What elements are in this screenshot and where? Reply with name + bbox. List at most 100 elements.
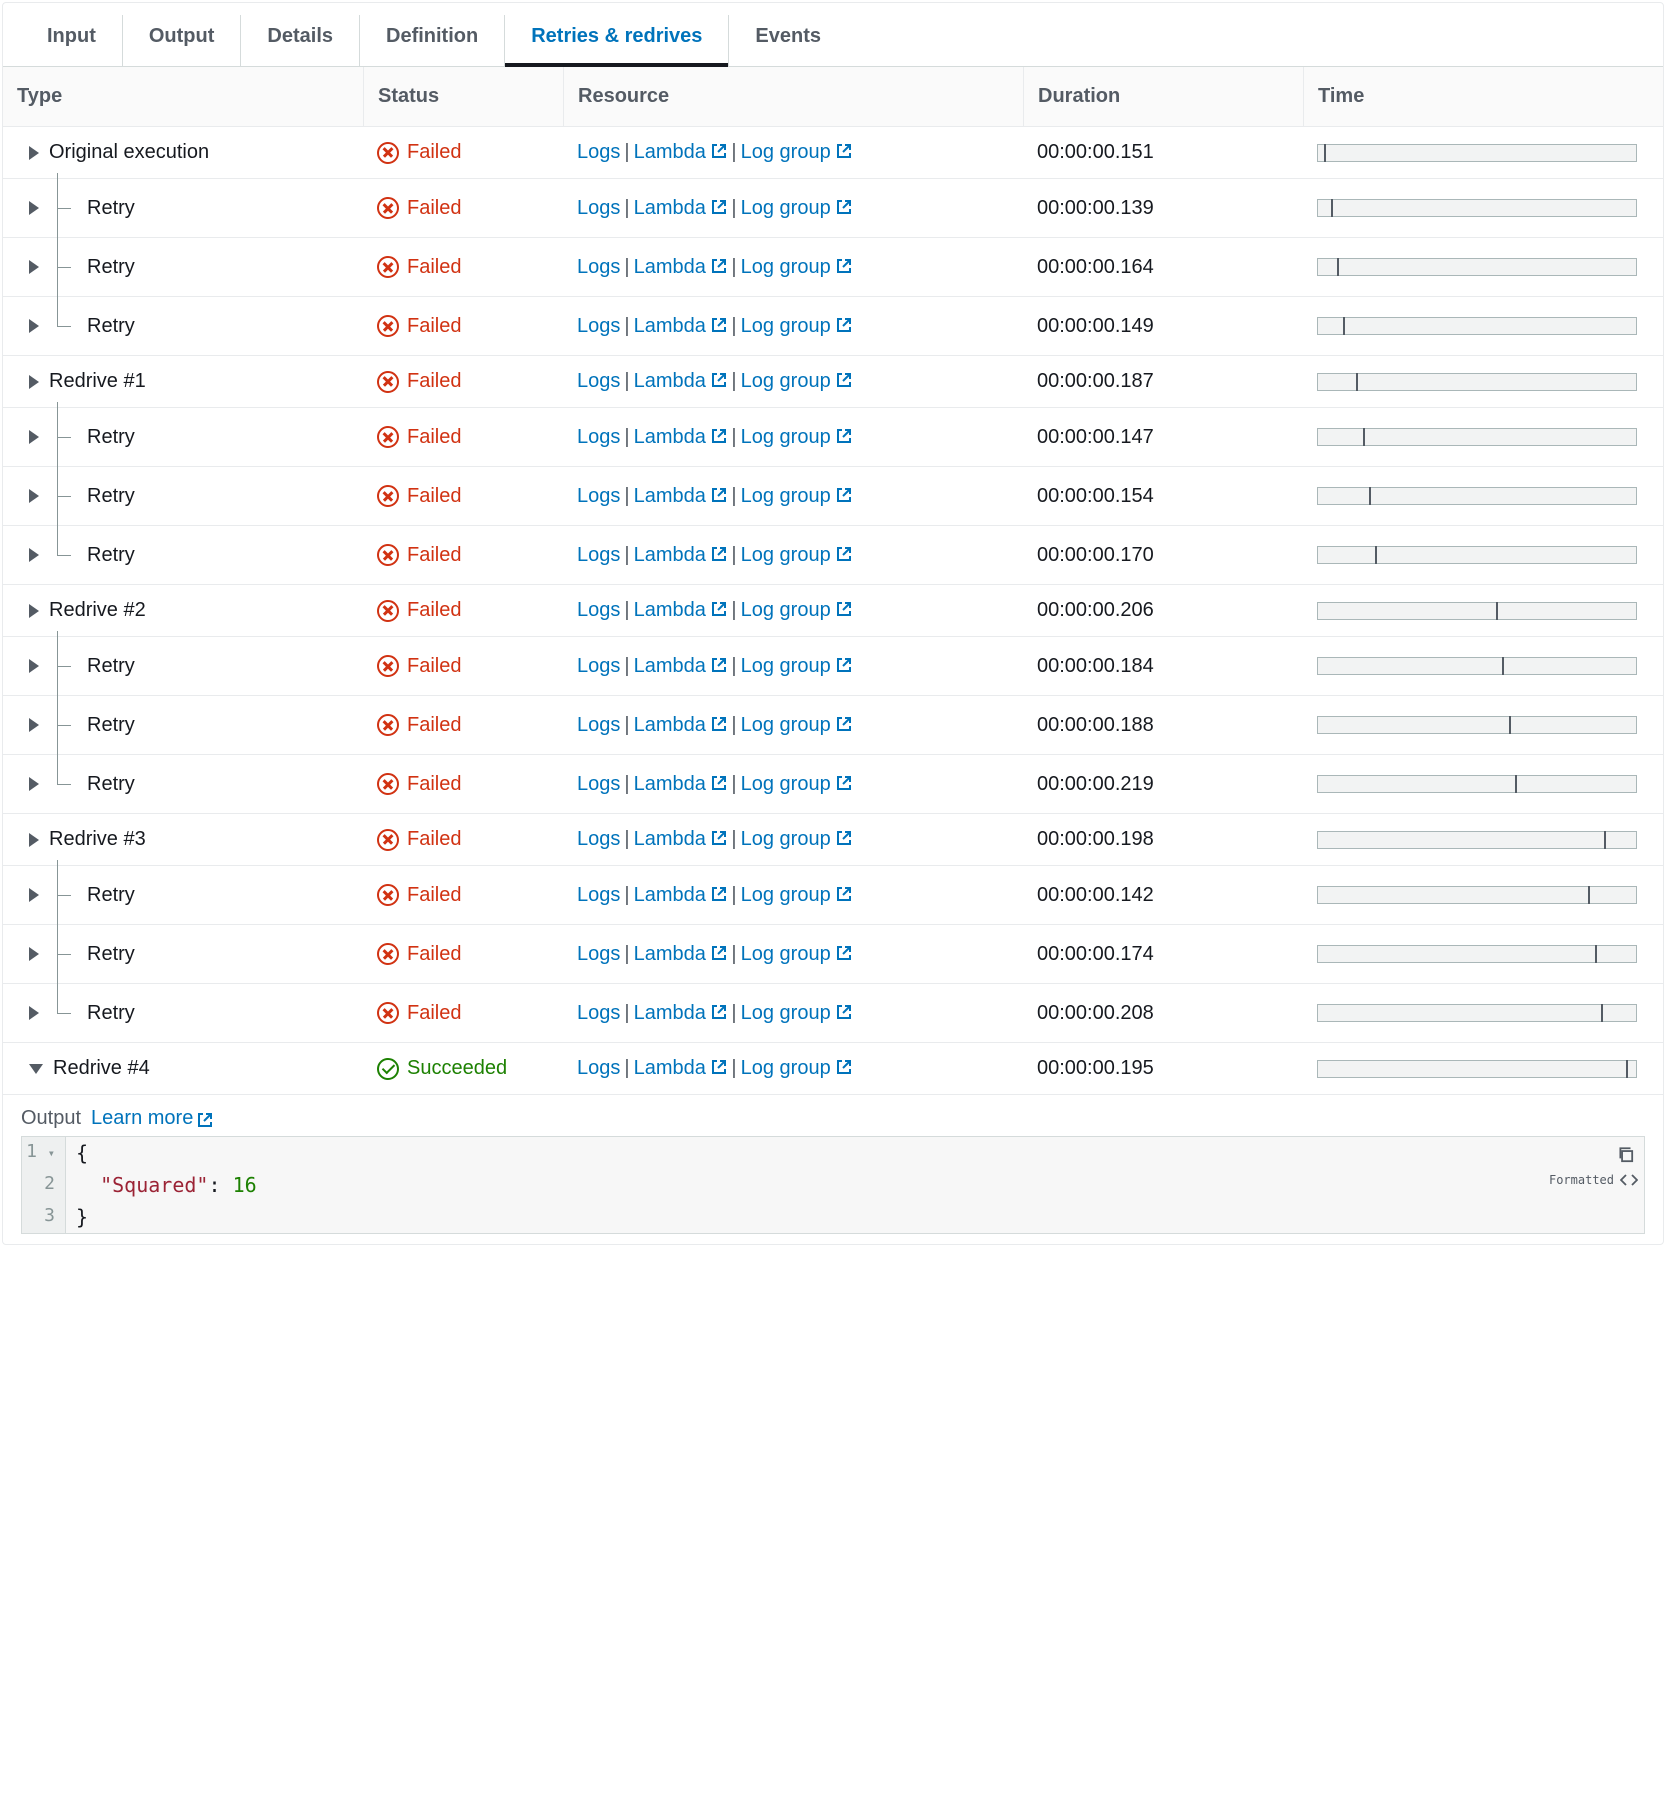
logs-link[interactable]: Logs: [577, 197, 620, 219]
loggroup-link[interactable]: Log group: [741, 197, 853, 219]
external-link-icon: [836, 885, 852, 901]
logs-link[interactable]: Logs: [577, 426, 620, 448]
loggroup-link[interactable]: Log group: [741, 773, 853, 795]
logs-link[interactable]: Logs: [577, 1002, 620, 1024]
tree-connector: [49, 939, 77, 969]
expand-arrow-icon[interactable]: [29, 489, 39, 503]
expand-arrow-icon[interactable]: [29, 319, 39, 333]
loggroup-link[interactable]: Log group: [741, 370, 853, 392]
loggroup-link[interactable]: Log group: [741, 544, 853, 566]
expand-arrow-icon[interactable]: [29, 947, 39, 961]
formatted-toggle[interactable]: Formatted: [1549, 1173, 1638, 1187]
lambda-link[interactable]: Lambda: [634, 773, 728, 795]
logs-link[interactable]: Logs: [577, 884, 620, 906]
lambda-link[interactable]: Lambda: [634, 256, 728, 278]
tree-connector: [49, 540, 77, 570]
logs-link[interactable]: Logs: [577, 544, 620, 566]
status-cell: Failed: [363, 356, 563, 407]
lambda-link[interactable]: Lambda: [634, 943, 728, 965]
expand-arrow-icon[interactable]: [29, 777, 39, 791]
lambda-link[interactable]: Lambda: [634, 315, 728, 337]
logs-link[interactable]: Logs: [577, 485, 620, 507]
expand-arrow-icon[interactable]: [29, 718, 39, 732]
status-cell: Failed: [363, 988, 563, 1039]
lambda-link[interactable]: Lambda: [634, 884, 728, 906]
lambda-link[interactable]: Lambda: [634, 197, 728, 219]
table-row: Redrive #2FailedLogs|Lambda |Log group 0…: [3, 585, 1663, 637]
loggroup-link[interactable]: Log group: [741, 141, 853, 163]
lambda-link[interactable]: Lambda: [634, 714, 728, 736]
loggroup-link[interactable]: Log group: [741, 655, 853, 677]
loggroup-link[interactable]: Log group: [741, 884, 853, 906]
expand-arrow-icon[interactable]: [29, 260, 39, 274]
logs-link[interactable]: Logs: [577, 599, 620, 621]
logs-link[interactable]: Logs: [577, 1057, 620, 1079]
lambda-link[interactable]: Lambda: [634, 828, 728, 850]
logs-link[interactable]: Logs: [577, 828, 620, 850]
tab-retries-redrives[interactable]: Retries & redrives: [505, 15, 729, 66]
external-link-icon: [836, 198, 852, 214]
logs-link[interactable]: Logs: [577, 655, 620, 677]
lambda-link[interactable]: Lambda: [634, 141, 728, 163]
lambda-link[interactable]: Lambda: [634, 370, 728, 392]
logs-link[interactable]: Logs: [577, 256, 620, 278]
failed-icon: [377, 485, 399, 507]
loggroup-link[interactable]: Log group: [741, 426, 853, 448]
loggroup-link[interactable]: Log group: [741, 599, 853, 621]
logs-link[interactable]: Logs: [577, 370, 620, 392]
expand-arrow-icon[interactable]: [29, 146, 39, 160]
loggroup-link[interactable]: Log group: [741, 828, 853, 850]
logs-link[interactable]: Logs: [577, 773, 620, 795]
time-cell: [1303, 414, 1663, 460]
lambda-link[interactable]: Lambda: [634, 426, 728, 448]
row-type-label: Retry: [87, 315, 135, 338]
external-link-icon: [711, 656, 727, 672]
resource-cell: Logs|Lambda |Log group: [563, 301, 1023, 352]
status-label: Failed: [407, 426, 461, 449]
logs-link[interactable]: Logs: [577, 141, 620, 163]
row-type-label: Retry: [87, 485, 135, 508]
failed-icon: [377, 884, 399, 906]
logs-link[interactable]: Logs: [577, 943, 620, 965]
logs-link[interactable]: Logs: [577, 315, 620, 337]
loggroup-link[interactable]: Log group: [741, 1057, 853, 1079]
loggroup-link[interactable]: Log group: [741, 256, 853, 278]
lambda-link[interactable]: Lambda: [634, 544, 728, 566]
duration-cell: 00:00:00.170: [1023, 530, 1303, 581]
tab-definition[interactable]: Definition: [360, 15, 505, 66]
expand-arrow-icon[interactable]: [29, 548, 39, 562]
loggroup-link[interactable]: Log group: [741, 315, 853, 337]
lambda-link[interactable]: Lambda: [634, 1057, 728, 1079]
time-tick: [1515, 775, 1517, 793]
expand-arrow-icon[interactable]: [29, 604, 39, 618]
loggroup-link[interactable]: Log group: [741, 485, 853, 507]
lambda-link[interactable]: Lambda: [634, 655, 728, 677]
status-label: Failed: [407, 773, 461, 796]
row-type-label: Original execution: [49, 141, 209, 164]
tab-bar: InputOutputDetailsDefinitionRetries & re…: [3, 3, 1663, 67]
tab-input[interactable]: Input: [21, 15, 123, 66]
time-bar: [1317, 657, 1637, 675]
loggroup-link[interactable]: Log group: [741, 1002, 853, 1024]
expand-arrow-icon[interactable]: [29, 430, 39, 444]
learn-more-link[interactable]: Learn more: [91, 1107, 213, 1130]
lambda-link[interactable]: Lambda: [634, 1002, 728, 1024]
expand-arrow-icon[interactable]: [29, 375, 39, 389]
expand-arrow-icon[interactable]: [29, 888, 39, 902]
logs-link[interactable]: Logs: [577, 714, 620, 736]
tab-output[interactable]: Output: [123, 15, 242, 66]
lambda-link[interactable]: Lambda: [634, 599, 728, 621]
expand-arrow-icon[interactable]: [29, 833, 39, 847]
expand-arrow-icon[interactable]: [29, 1064, 43, 1074]
external-link-icon: [711, 1058, 727, 1074]
copy-icon[interactable]: [1614, 1143, 1638, 1167]
expand-arrow-icon[interactable]: [29, 659, 39, 673]
col-status: Status: [363, 67, 563, 126]
loggroup-link[interactable]: Log group: [741, 943, 853, 965]
loggroup-link[interactable]: Log group: [741, 714, 853, 736]
tab-details[interactable]: Details: [241, 15, 360, 66]
expand-arrow-icon[interactable]: [29, 1006, 39, 1020]
tab-events[interactable]: Events: [729, 15, 847, 66]
lambda-link[interactable]: Lambda: [634, 485, 728, 507]
expand-arrow-icon[interactable]: [29, 201, 39, 215]
